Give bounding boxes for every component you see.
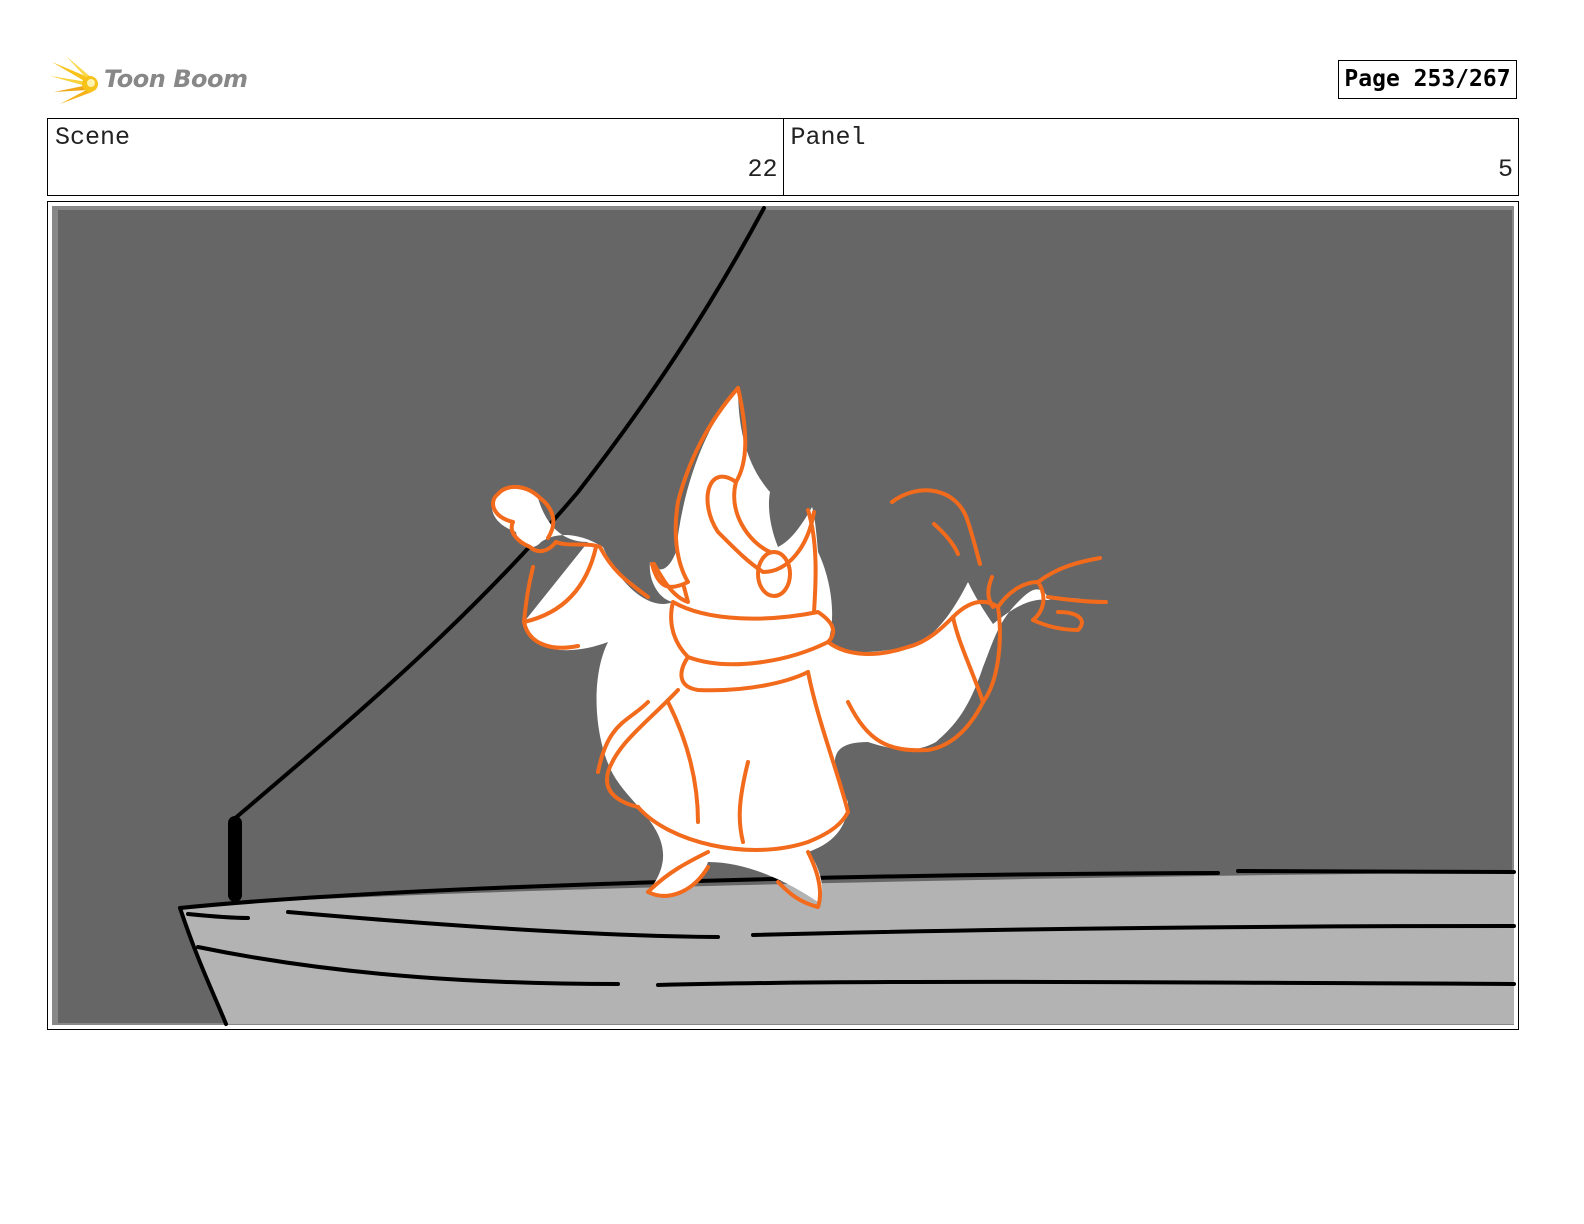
panel-label: Panel bbox=[790, 123, 866, 152]
panel-cell: Panel 5 bbox=[782, 119, 1519, 195]
sunburst-icon bbox=[50, 56, 98, 104]
storyboard-frame bbox=[47, 201, 1519, 1030]
scene-number: 22 bbox=[747, 155, 778, 184]
storyboard-drawing bbox=[52, 206, 1516, 1026]
logo-text: Toon Boom bbox=[104, 65, 248, 93]
scene-panel-table: Scene 22 Panel 5 bbox=[47, 118, 1519, 196]
scene-label: Scene bbox=[55, 123, 131, 152]
mast-post bbox=[228, 816, 242, 902]
panel-number: 5 bbox=[1497, 155, 1513, 184]
scene-cell: Scene 22 bbox=[48, 119, 783, 195]
toon-boom-logo: Toon Boom bbox=[50, 54, 250, 108]
page-number: Page 253/267 bbox=[1338, 60, 1517, 99]
